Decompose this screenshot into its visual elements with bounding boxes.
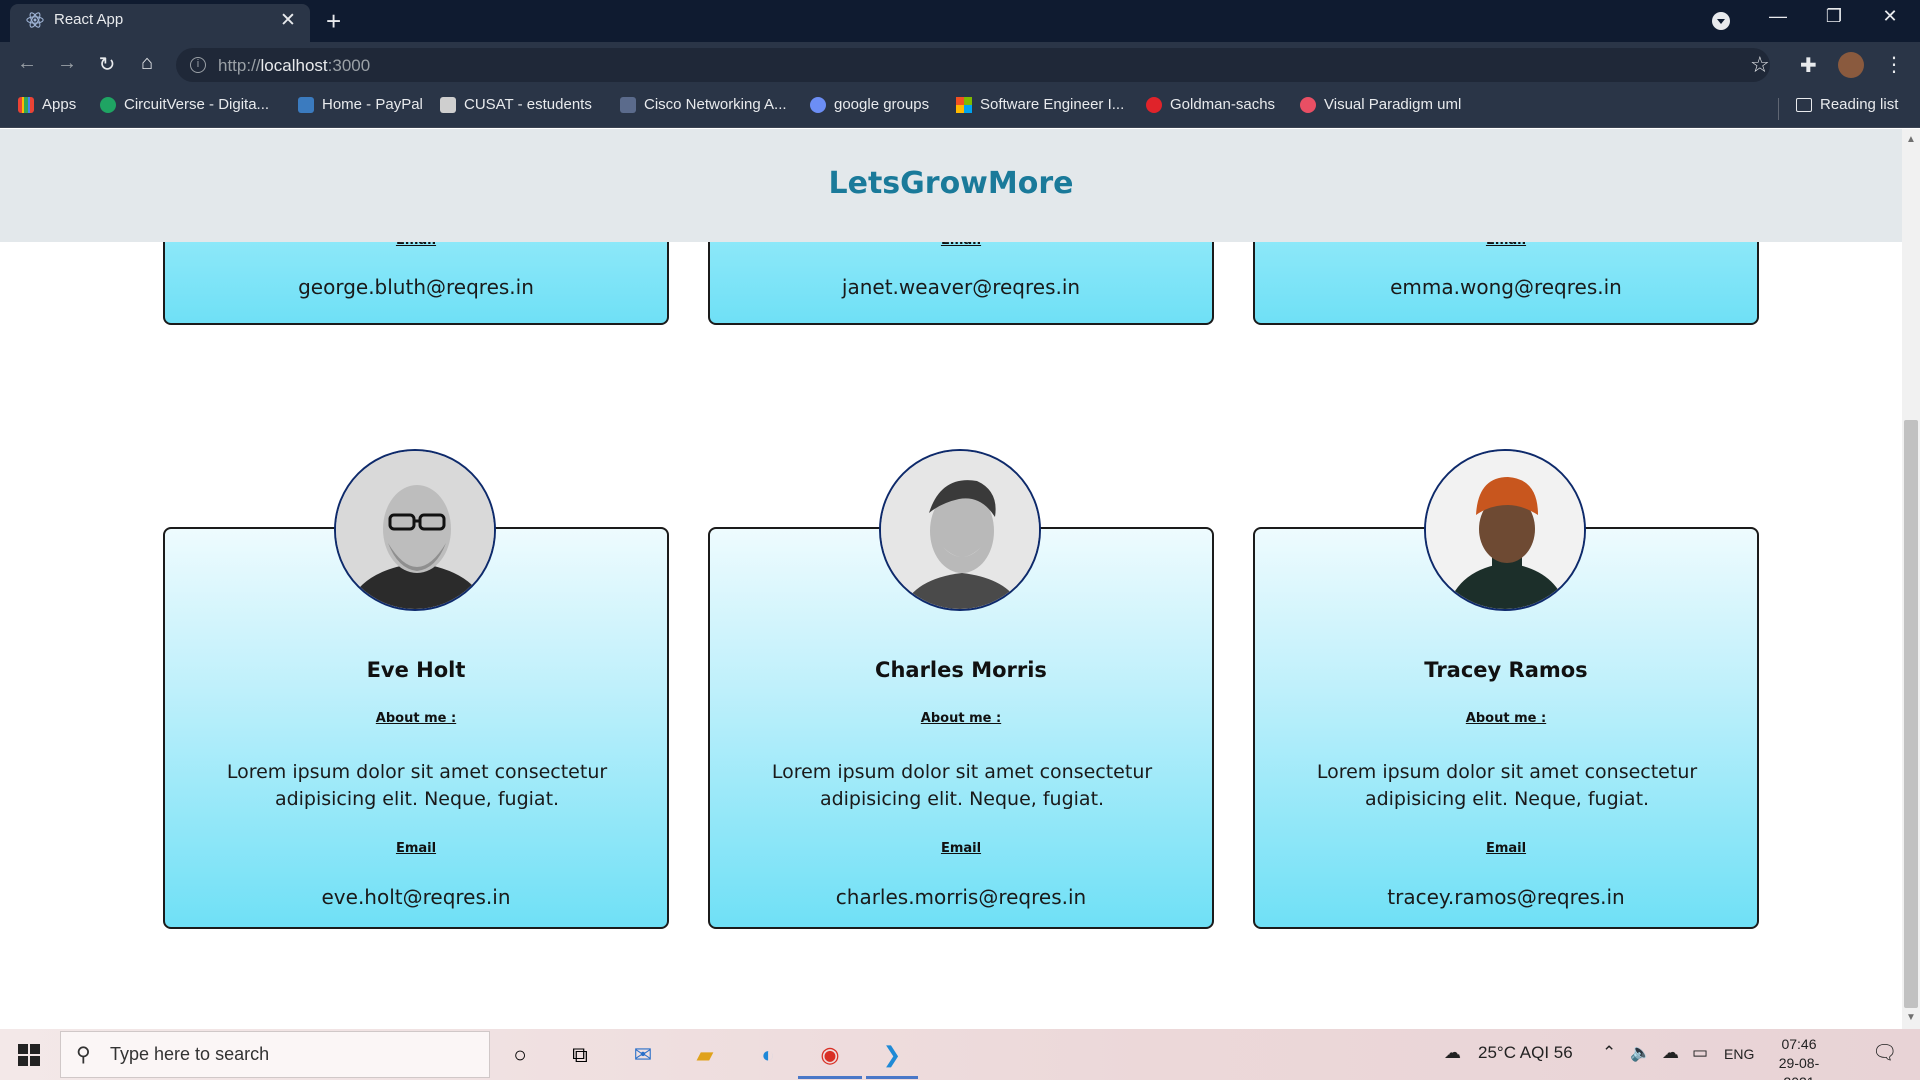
browser-menu-icon[interactable]: ⋮ <box>1884 52 1904 77</box>
brand-title: LetsGrowMore <box>828 166 1074 201</box>
search-placeholder[interactable]: Type here to search <box>110 1044 269 1065</box>
clock[interactable]: 07:46 29-08-2021 <box>1764 1035 1834 1080</box>
cisco-icon <box>620 96 636 113</box>
minimize-icon[interactable]: — <box>1758 6 1798 27</box>
user-description: Lorem ipsum dolor sit amet consectetur a… <box>771 761 1153 810</box>
profile-avatar[interactable] <box>1838 52 1864 78</box>
chrome-icon[interactable]: ◉ <box>815 1040 845 1070</box>
task-view-icon[interactable]: ⧉ <box>565 1040 595 1070</box>
user-email: janet.weaver@reqres.in <box>841 275 1081 299</box>
paypal-icon <box>298 96 314 113</box>
bookmark-visual-paradigm[interactable]: Visual Paradigm uml <box>1300 96 1461 113</box>
bookmark-apps[interactable]: Apps <box>18 96 76 113</box>
bookmark-google-groups[interactable]: google groups <box>810 96 929 113</box>
cusat-icon <box>440 96 456 113</box>
cortana-icon[interactable]: ○ <box>505 1040 535 1070</box>
bookmark-software-engineer[interactable]: Software Engineer I... <box>956 96 1124 113</box>
avatar <box>1424 449 1586 611</box>
site-info-icon[interactable]: i <box>190 57 206 73</box>
reading-list-button[interactable]: Reading list <box>1796 96 1898 113</box>
search-icon: ⚲ <box>76 1044 91 1066</box>
about-label: About me : <box>375 711 457 726</box>
onedrive-icon[interactable]: ☁ <box>1662 1043 1679 1063</box>
tab-close-icon[interactable]: ✕ <box>280 9 296 32</box>
bookmark-circuitverse[interactable]: CircuitVerse - Digita... <box>100 96 269 113</box>
bookmark-goldman-sachs[interactable]: Goldman-sachs <box>1146 96 1275 113</box>
window-close-icon[interactable]: ✕ <box>1870 6 1910 27</box>
user-name: Eve Holt <box>366 658 466 682</box>
mail-icon[interactable]: ✉ <box>628 1040 658 1070</box>
clock-time: 07:46 <box>1781 1036 1817 1052</box>
avatar <box>334 449 496 611</box>
notifications-icon[interactable]: 🗨 <box>1872 1040 1897 1065</box>
url-text[interactable]: http://localhost:3000 <box>218 56 370 76</box>
user-email: charles.morris@reqres.in <box>835 885 1087 909</box>
circuitverse-icon <box>100 96 116 113</box>
back-icon[interactable]: ← <box>12 52 42 75</box>
user-description: Lorem ipsum dolor sit amet consectetur a… <box>1316 761 1698 810</box>
forward-icon[interactable]: → <box>52 52 82 75</box>
scroll-down-icon[interactable]: ▼ <box>1906 1012 1916 1023</box>
page-content: Email george.bluth@reqres.in Email janet… <box>0 129 1902 1029</box>
clock-date: 29-08-2021 <box>1778 1055 1820 1080</box>
user-name: Tracey Ramos <box>1424 658 1588 682</box>
goldman-sachs-icon <box>1146 96 1162 113</box>
extensions-icon[interactable]: ✚ <box>1800 53 1817 78</box>
bookmark-separator <box>1778 98 1779 120</box>
bookmark-star-icon[interactable]: ☆ <box>1750 52 1770 78</box>
weather-text[interactable]: 25°C AQI 56 <box>1478 1043 1573 1063</box>
user-card: Email janet.weaver@reqres.in <box>708 233 1214 325</box>
visual-paradigm-icon <box>1300 96 1316 113</box>
active-app-indicator <box>866 1076 918 1079</box>
user-email: eve.holt@reqres.in <box>321 885 511 909</box>
restore-icon[interactable]: ❐ <box>1814 6 1854 27</box>
reading-list-icon <box>1796 97 1812 112</box>
about-label: About me : <box>920 711 1002 726</box>
user-card: Email emma.wong@reqres.in <box>1253 233 1759 325</box>
edge-icon[interactable]: ◐ <box>753 1040 783 1070</box>
bookmark-paypal[interactable]: Home - PayPal <box>298 96 423 113</box>
bookmark-cisco[interactable]: Cisco Networking A... <box>620 96 787 113</box>
user-name: Charles Morris <box>875 658 1047 682</box>
user-email: tracey.ramos@reqres.in <box>1387 885 1625 909</box>
bookmark-cusat[interactable]: CUSAT - estudents <box>440 96 592 113</box>
email-label: Email <box>1485 841 1527 856</box>
windows-start-icon[interactable] <box>18 1044 40 1066</box>
microsoft-icon <box>956 96 972 113</box>
reload-icon[interactable]: ↻ <box>92 52 122 77</box>
new-tab-icon[interactable]: + <box>326 6 341 37</box>
apps-grid-icon <box>18 96 34 113</box>
user-email: george.bluth@reqres.in <box>298 275 534 299</box>
media-control-icon[interactable] <box>1712 12 1730 30</box>
react-icon <box>26 12 44 28</box>
chevron-up-icon[interactable]: ⌃ <box>1602 1043 1616 1063</box>
active-app-indicator <box>798 1076 862 1079</box>
user-description: Lorem ipsum dolor sit amet consectetur a… <box>226 761 608 810</box>
address-bar[interactable] <box>176 48 1770 82</box>
file-explorer-icon[interactable]: ▰ <box>690 1040 720 1070</box>
tab-title: React App <box>54 11 124 28</box>
language-indicator[interactable]: ENG <box>1724 1046 1754 1062</box>
volume-icon[interactable]: 🔈 <box>1630 1043 1651 1063</box>
home-icon[interactable]: ⌂ <box>132 52 162 75</box>
about-label: About me : <box>1465 711 1547 726</box>
user-email: emma.wong@reqres.in <box>1390 275 1622 299</box>
email-label: Email <box>940 841 982 856</box>
scroll-up-icon[interactable]: ▲ <box>1906 134 1916 145</box>
scrollbar-thumb[interactable] <box>1904 420 1918 1008</box>
battery-icon[interactable]: ▭ <box>1692 1043 1708 1063</box>
google-groups-icon <box>810 96 826 113</box>
avatar <box>879 449 1041 611</box>
user-card: Email george.bluth@reqres.in <box>163 233 669 325</box>
vscode-icon[interactable]: ❯ <box>877 1040 907 1070</box>
weather-icon[interactable]: ☁ <box>1444 1043 1461 1063</box>
email-label: Email <box>395 841 437 856</box>
